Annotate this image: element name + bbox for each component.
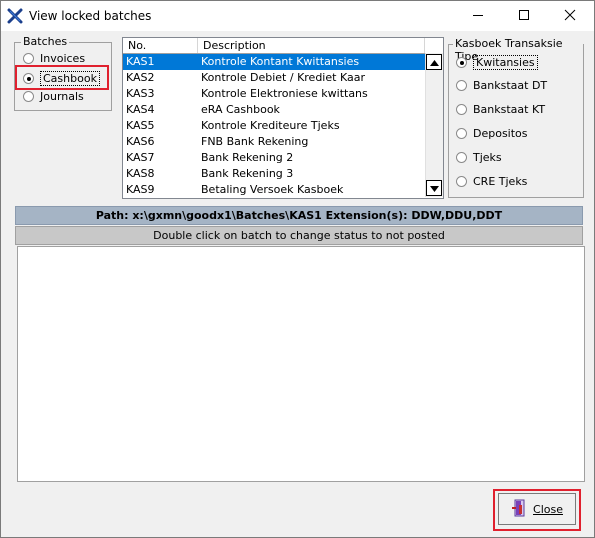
radio-circle [23,91,34,102]
row-description: Kontrole Elektroniese kwittans [201,87,368,100]
close-icon [564,9,576,24]
minimize-icon [472,9,484,24]
close-window-button[interactable] [547,1,593,31]
radio-label: Kwitansies [473,55,538,70]
row-no: KAS1 [126,55,155,68]
triangle-down-icon [429,182,439,195]
radio-label: Journals [40,90,84,103]
table-row[interactable]: KAS4 eRA Cashbook [123,102,425,118]
list-header: No. Description [123,38,425,54]
table-row[interactable]: KAS9 Betaling Versoek Kasboek [123,182,425,198]
scroll-down-button[interactable] [426,180,442,196]
row-no: KAS6 [126,135,155,148]
radio-depositos[interactable]: Depositos [456,127,528,140]
radio-journals[interactable]: Journals [23,90,84,103]
row-no: KAS9 [126,183,155,196]
radio-circle [456,128,467,139]
minimize-button[interactable] [455,1,501,31]
row-no: KAS3 [126,87,155,100]
close-button-label: Close [533,502,563,516]
row-description: Bank Rekening 2 [201,151,294,164]
radio-label: Invoices [40,52,86,65]
view-locked-batches-window: View locked batches Batches Invoices Cas… [0,0,595,538]
app-x-icon [7,8,23,24]
row-description: Betaling Versoek Kasboek [201,183,344,196]
radio-cre-tjeks[interactable]: CRE Tjeks [456,175,527,188]
radio-label: CRE Tjeks [473,175,528,188]
list-rows: KAS1 Kontrole Kontant Kwittansies KAS2 Kon… [123,54,425,198]
table-row[interactable]: KAS1 Kontrole Kontant Kwittansies [123,54,425,70]
batch-list[interactable]: No. Description KAS1 Kontrole Kontant Kwi… [122,37,444,199]
row-no: KAS2 [126,71,155,84]
column-header-description[interactable]: Description [198,38,425,53]
close-button[interactable]: Close [498,493,576,525]
hint-bar: Double click on batch to change status t… [15,226,583,245]
batches-legend: Batches [21,35,70,48]
row-description: eRA Cashbook [201,103,280,116]
row-description: Bank Rekening 3 [201,167,294,180]
row-no: KAS7 [126,151,155,164]
column-header-no[interactable]: No. [123,38,198,53]
radio-kwitansies[interactable]: Kwitansies [456,55,538,70]
table-row[interactable]: KAS3 Kontrole Elektroniese kwittans [123,86,425,102]
row-no: KAS8 [126,167,155,180]
radio-label: Bankstaat KT [473,103,546,116]
radio-circle [456,104,467,115]
row-description: Kontrole Debiet / Krediet Kaar [201,71,365,84]
radio-label: Depositos [473,127,528,140]
radio-invoices[interactable]: Invoices [23,52,85,65]
batch-detail-area[interactable] [17,246,585,482]
radio-circle [23,53,34,64]
radio-label: Bankstaat DT [473,79,548,92]
maximize-button[interactable] [501,1,547,31]
path-status-bar: Path: x:\gxmn\goodx1\Batches\KAS1 Extens… [15,206,583,225]
row-description: FNB Bank Rekening [201,135,309,148]
title-bar[interactable]: View locked batches [1,1,594,31]
radio-circle [456,152,467,163]
scroll-up-button[interactable] [426,54,442,70]
maximize-icon [518,9,530,24]
radio-circle [456,57,467,68]
row-description: Kontrole Kontant Kwittansies [201,55,360,68]
table-row[interactable]: KAS8 Bank Rekening 3 [123,166,425,182]
window-title: View locked batches [29,9,152,23]
row-no: KAS5 [126,119,155,132]
table-row[interactable]: KAS7 Bank Rekening 2 [123,150,425,166]
door-exit-icon [511,499,527,520]
triangle-up-icon [429,56,439,69]
table-row[interactable]: KAS6 FNB Bank Rekening [123,134,425,150]
cashbook-highlight [15,65,109,90]
row-description: Kontrole Krediteure Tjeks [201,119,340,132]
table-row[interactable]: KAS5 Kontrole Krediteure Tjeks [123,118,425,134]
radio-circle [456,176,467,187]
radio-tjeks[interactable]: Tjeks [456,151,502,164]
list-scrollbar[interactable] [425,53,443,197]
radio-bankstaat-kt[interactable]: Bankstaat KT [456,103,545,116]
radio-label: Tjeks [473,151,502,164]
row-no: KAS4 [126,103,155,116]
radio-bankstaat-dt[interactable]: Bankstaat DT [456,79,547,92]
table-row[interactable]: KAS2 Kontrole Debiet / Krediet Kaar [123,70,425,86]
radio-circle [456,80,467,91]
